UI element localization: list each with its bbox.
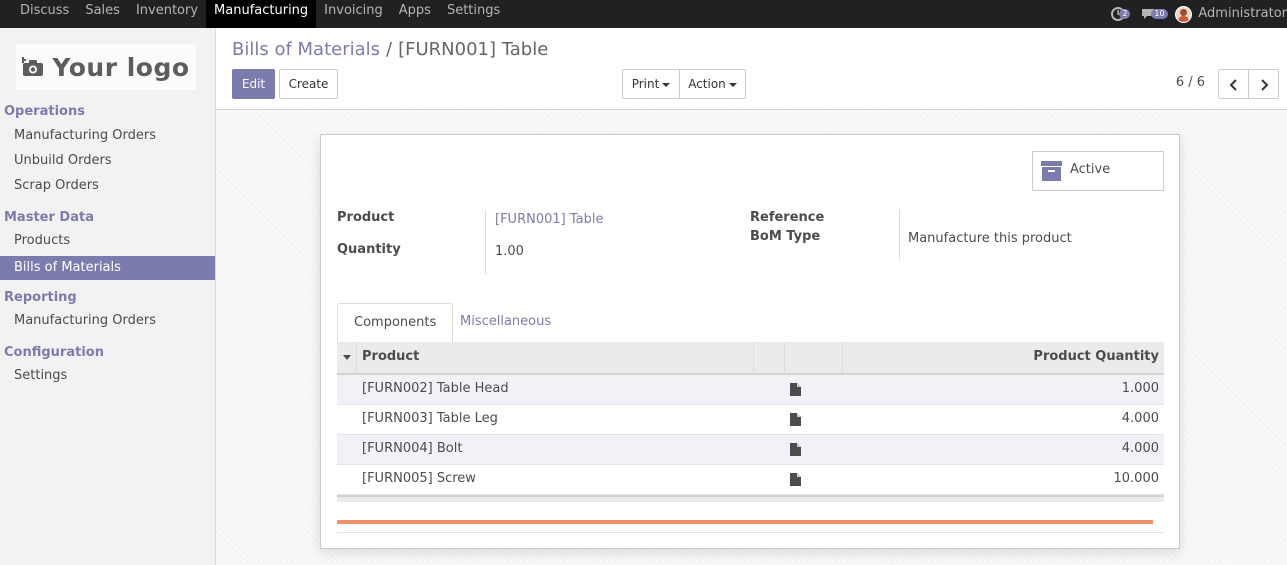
- company-logo: Your logo: [16, 44, 196, 90]
- sidebar-item-bills-of-materials[interactable]: Bills of Materials: [0, 256, 215, 280]
- edit-button[interactable]: Edit: [232, 69, 275, 99]
- product-field[interactable]: [FURN001] Table: [495, 212, 603, 227]
- message-count-badge: 10: [1151, 9, 1168, 19]
- column-divider: [842, 342, 843, 373]
- sidebar-section-configuration: Configuration: [4, 345, 104, 360]
- breadcrumb-current: [FURN001] Table: [398, 39, 549, 60]
- menu-discuss[interactable]: Discuss: [12, 0, 77, 28]
- action-label: Action: [688, 77, 726, 91]
- sidebar-item-settings[interactable]: Settings: [0, 364, 215, 388]
- row-quantity: 4.000: [1121, 411, 1159, 426]
- form-view-background: Active Product [FURN001] Table Quantity …: [216, 110, 1287, 565]
- menu-invoicing[interactable]: Invoicing: [316, 0, 391, 28]
- document-icon[interactable]: [790, 413, 801, 426]
- row-quantity: 1.000: [1121, 381, 1159, 396]
- sidebar-section-reporting: Reporting: [4, 290, 77, 305]
- breadcrumb: Bills of Materials / [FURN001] Table: [232, 39, 548, 60]
- menu-settings[interactable]: Settings: [439, 0, 508, 28]
- chevron-down-icon: [662, 82, 671, 87]
- messaging-menu[interactable]: 10: [1141, 4, 1168, 24]
- user-name: Administrator: [1198, 6, 1287, 21]
- activity-menu[interactable]: 2: [1111, 4, 1131, 24]
- top-navbar: Discuss Sales Inventory Manufacturing In…: [0, 0, 1287, 28]
- sidebar-section-master-data: Master Data: [4, 210, 94, 225]
- row-product: [FURN002] Table Head: [362, 381, 509, 396]
- archive-icon: [1041, 161, 1062, 181]
- components-table: Product Product Quantity [FURN002] Table…: [337, 342, 1164, 502]
- row-quantity: 4.000: [1121, 441, 1159, 456]
- column-header-product-quantity[interactable]: Product Quantity: [1033, 342, 1159, 373]
- bom-type-field[interactable]: Manufacture this product: [908, 231, 1072, 246]
- sheet-bottom-divider: [337, 532, 1164, 533]
- reference-label: Reference: [750, 210, 825, 225]
- pager-value[interactable]: 6 / 6: [1176, 75, 1205, 90]
- field-divider: [485, 210, 486, 274]
- active-toggle-button[interactable]: Active: [1032, 151, 1164, 191]
- field-divider: [899, 210, 900, 260]
- avatar: [1175, 5, 1193, 23]
- table-row[interactable]: [FURN004] Bolt 4.000: [337, 435, 1164, 465]
- row-quantity: 10.000: [1113, 471, 1160, 486]
- column-header-product[interactable]: Product: [362, 342, 419, 373]
- pager-next-button[interactable]: [1248, 69, 1279, 99]
- print-label: Print: [631, 77, 660, 91]
- table-row[interactable]: [FURN002] Table Head 1.000: [337, 375, 1164, 405]
- sidebar-item-unbuild-orders[interactable]: Unbuild Orders: [0, 149, 215, 173]
- chatter-divider: [337, 520, 1153, 524]
- sidebar-item-products[interactable]: Products: [0, 229, 215, 253]
- quantity-label: Quantity: [337, 242, 401, 257]
- tab-miscellaneous[interactable]: Miscellaneous: [444, 303, 567, 343]
- form-sheet: Active Product [FURN001] Table Quantity …: [320, 134, 1180, 549]
- chevron-down-icon: [728, 82, 737, 87]
- systray: 2 10 Administrator: [1111, 0, 1287, 28]
- table-row[interactable]: [FURN005] Screw 10.000: [337, 465, 1164, 495]
- logo-text: Your logo: [52, 52, 190, 82]
- tab-components[interactable]: Components: [337, 303, 454, 343]
- column-divider: [784, 342, 785, 373]
- menu-apps[interactable]: Apps: [391, 0, 439, 28]
- menu-sales[interactable]: Sales: [77, 0, 128, 28]
- menu-manufacturing[interactable]: Manufacturing: [206, 0, 317, 28]
- menu-inventory[interactable]: Inventory: [128, 0, 206, 28]
- sidebar-item-scrap-orders[interactable]: Scrap Orders: [0, 174, 215, 198]
- create-button[interactable]: Create: [279, 69, 338, 99]
- active-label: Active: [1070, 162, 1111, 177]
- pager-previous-button[interactable]: [1218, 69, 1249, 99]
- bom-type-label: BoM Type: [750, 229, 821, 244]
- quantity-field[interactable]: 1.00: [495, 244, 524, 259]
- table-header: Product Product Quantity: [337, 342, 1164, 375]
- table-row[interactable]: [FURN003] Table Leg 4.000: [337, 405, 1164, 435]
- column-divider: [356, 342, 357, 373]
- document-icon[interactable]: [790, 443, 801, 456]
- table-footer: [337, 495, 1164, 502]
- activity-count-badge: 2: [1119, 9, 1131, 19]
- sidebar-section-operations: Operations: [4, 104, 85, 119]
- sort-caret-icon[interactable]: [343, 355, 351, 360]
- sidebar-item-manufacturing-orders[interactable]: Manufacturing Orders: [0, 124, 215, 148]
- row-product: [FURN004] Bolt: [362, 441, 463, 456]
- column-divider: [753, 342, 754, 373]
- camera-icon: [22, 57, 44, 76]
- control-panel: Bills of Materials / [FURN001] Table Edit …: [216, 28, 1287, 110]
- sidebar: Your logo Operations Manufacturing Order…: [0, 28, 216, 565]
- row-product: [FURN003] Table Leg: [362, 411, 498, 426]
- sidebar-item-reporting-manufacturing-orders[interactable]: Manufacturing Orders: [0, 309, 215, 333]
- app-menu: Discuss Sales Inventory Manufacturing In…: [12, 0, 508, 28]
- product-label: Product: [337, 210, 395, 225]
- breadcrumb-separator: /: [386, 39, 393, 60]
- document-icon[interactable]: [790, 383, 801, 396]
- print-dropdown-button[interactable]: Print: [622, 69, 680, 99]
- chevron-right-icon: [1260, 79, 1268, 91]
- row-product: [FURN005] Screw: [362, 471, 476, 486]
- action-dropdown-button[interactable]: Action: [679, 69, 746, 99]
- notebook-tabs: Components Miscellaneous: [337, 303, 1164, 343]
- user-menu[interactable]: Administrator: [1175, 3, 1287, 25]
- document-icon[interactable]: [790, 473, 801, 486]
- chevron-left-icon: [1229, 79, 1237, 91]
- breadcrumb-parent-link[interactable]: Bills of Materials: [232, 39, 380, 60]
